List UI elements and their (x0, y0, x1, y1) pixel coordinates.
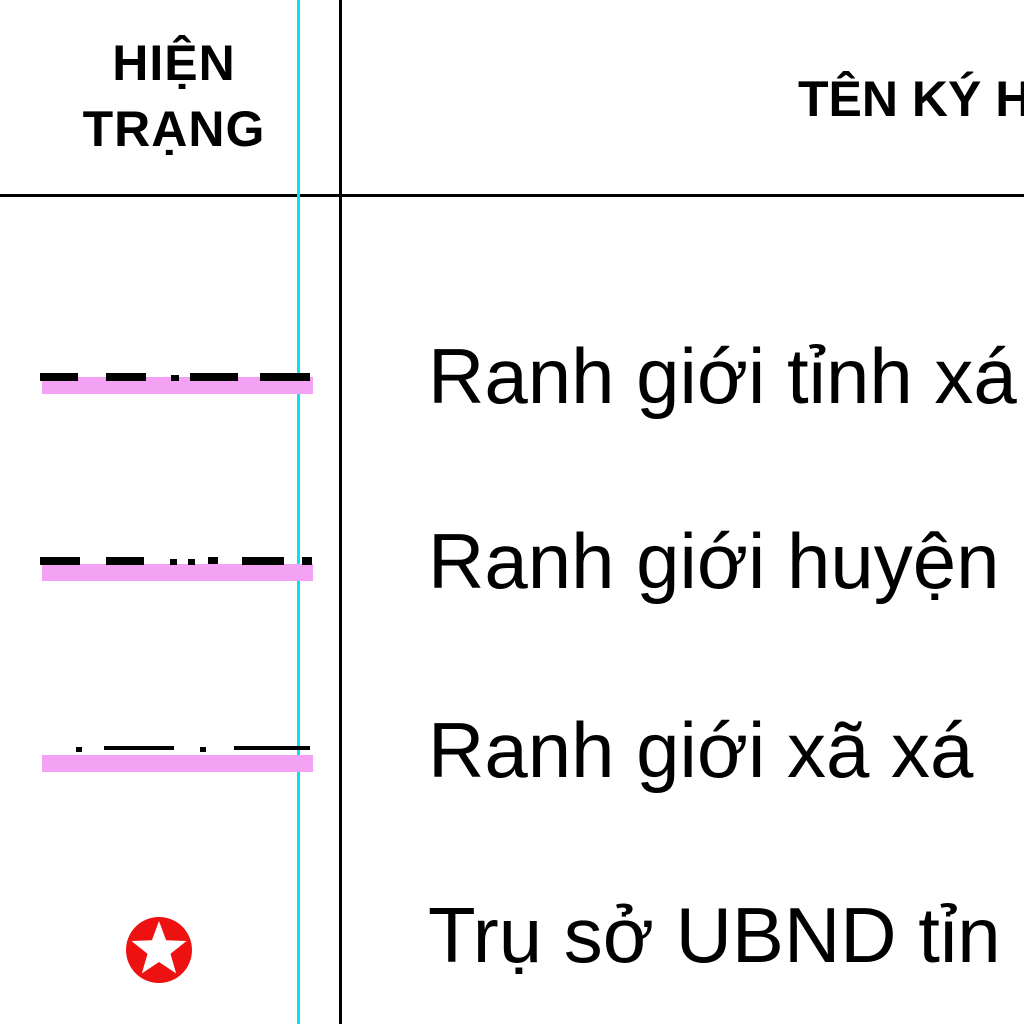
highlight-band (42, 755, 313, 772)
status-header-line-2: TRẠNG (82, 101, 266, 157)
legend-table: HIỆN TRẠNG TÊN KÝ H Ranh giới tỉnh xá Ra… (0, 0, 1024, 1024)
symbol-name-column-header: TÊN KÝ H (798, 71, 1024, 127)
dash-dot-dot-line-icon (40, 557, 312, 565)
legend-label: Ranh giới tỉnh xá (428, 332, 1017, 420)
legend-label: Ranh giới xã xá (428, 706, 974, 794)
highlight-band (42, 564, 313, 581)
header-divider (0, 194, 1024, 197)
star-circle-icon[interactable] (124, 915, 194, 985)
commune-boundary-symbol[interactable] (40, 734, 315, 774)
district-boundary-symbol[interactable] (40, 545, 315, 585)
legend-label: Ranh giới huyện (428, 517, 1000, 605)
provincial-boundary-symbol[interactable] (40, 360, 315, 400)
column-divider (339, 0, 342, 1024)
thin-dash-dot-line-icon (76, 746, 310, 752)
status-column-header: HIỆN TRẠNG (40, 30, 308, 162)
legend-label: Trụ sở UBND tỉn (428, 891, 1001, 979)
status-header-line-1: HIỆN (112, 35, 236, 91)
